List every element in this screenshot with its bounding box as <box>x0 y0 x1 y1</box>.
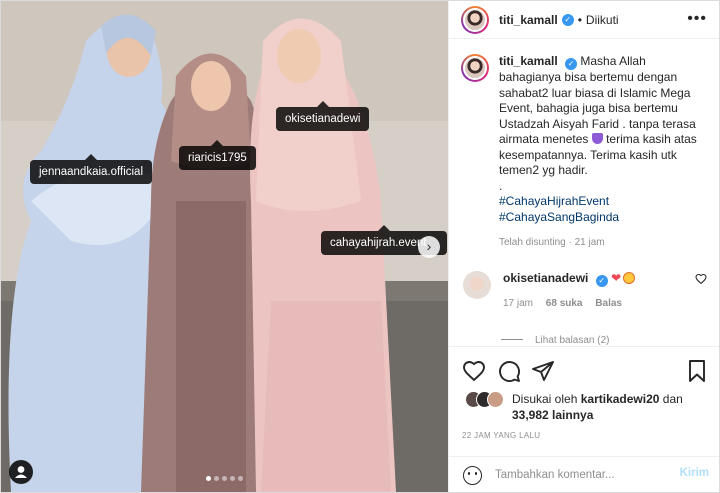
likes-count[interactable]: 33,982 <box>512 408 549 422</box>
comment-username[interactable]: okisetianadewi <box>503 271 588 285</box>
more-options-icon[interactable]: ••• <box>687 10 707 28</box>
carousel-dot[interactable] <box>222 476 227 481</box>
chevron-right-icon[interactable]: › <box>418 236 440 258</box>
bookmark-icon[interactable] <box>685 359 709 383</box>
avatar[interactable] <box>463 270 491 299</box>
hashtag-link[interactable]: #CahayaHijrahEvent <box>499 194 707 210</box>
avatar[interactable] <box>461 5 489 34</box>
verified-badge-icon: ✓ <box>565 58 578 70</box>
post-photo: jennaandkaia.official riaricis1795 okise… <box>1 1 448 492</box>
carousel-dots <box>1 470 448 484</box>
likes-conj: dan <box>662 392 683 406</box>
follow-status-button[interactable]: Diikuti <box>586 13 619 27</box>
carousel-dot[interactable] <box>230 476 235 481</box>
comment-icon[interactable] <box>497 359 521 383</box>
likes-summary: Disukai oleh kartikadewi20 dan 33,982 la… <box>465 391 683 423</box>
caption: titi_kamall ✓ Masha Allah bahagianya bis… <box>461 54 707 251</box>
instagram-post-dialog: jennaandkaia.official riaricis1795 okise… <box>0 0 720 493</box>
hashtag-link[interactable]: #CahayaSangBaginda <box>499 210 707 226</box>
caption-meta: Telah disunting · 21 jam <box>499 237 605 248</box>
post-timestamp[interactable]: 22 JAM YANG LALU <box>462 431 540 440</box>
verified-badge-icon: ✓ <box>561 13 574 26</box>
caption-dot: . <box>499 178 503 193</box>
paper-plane-icon[interactable] <box>531 359 555 383</box>
likes-prefix: Disukai oleh <box>512 392 578 406</box>
action-bar <box>449 346 719 386</box>
heart-icon[interactable] <box>462 359 486 383</box>
photo-tag[interactable]: riaricis1795 <box>179 140 256 170</box>
comment-input[interactable] <box>495 466 670 484</box>
add-comment-bar: Kirim <box>449 456 719 492</box>
comment-item: okisetianadewi ✓ ❤ 17 jam 68 suka Balas <box>461 270 707 309</box>
liker-avatar[interactable] <box>487 391 504 408</box>
purple-heart-icon <box>591 133 603 144</box>
post-sidebar: titi_kamall ✓ • Diikuti ••• titi_kamall … <box>448 1 719 492</box>
post-comment-button[interactable]: Kirim <box>680 467 709 479</box>
caption-username[interactable]: titi_kamall <box>499 54 558 68</box>
photo-tag[interactable]: okisetianadewi <box>276 101 370 131</box>
post-header: titi_kamall ✓ • Diikuti ••• <box>449 1 719 39</box>
comment-like-icon[interactable] <box>695 273 707 285</box>
comment-likes[interactable]: 68 suka <box>546 298 583 309</box>
heart-eyes-emoji <box>623 271 636 284</box>
carousel-dot[interactable] <box>238 476 243 481</box>
carousel-dot[interactable] <box>206 476 211 481</box>
comments-section[interactable]: titi_kamall ✓ Masha Allah bahagianya bis… <box>449 40 719 345</box>
likes-suffix[interactable]: lainnya <box>552 408 593 422</box>
photo-tag[interactable]: jennaandkaia.official <box>30 154 153 184</box>
header-username[interactable]: titi_kamall <box>499 13 558 27</box>
smiley-icon[interactable] <box>463 466 482 485</box>
comment-time: 17 jam <box>503 297 534 309</box>
header-separator: • <box>577 12 582 27</box>
avatar[interactable] <box>461 54 489 82</box>
verified-badge-icon: ✓ <box>595 274 608 287</box>
carousel-dot[interactable] <box>214 476 219 481</box>
view-replies-button[interactable]: Lihat balasan (2) <box>501 335 707 346</box>
reply-button[interactable]: Balas <box>595 298 622 309</box>
liker-username[interactable]: kartikadewi20 <box>581 392 660 406</box>
red-heart-emoji: ❤ <box>611 270 622 285</box>
